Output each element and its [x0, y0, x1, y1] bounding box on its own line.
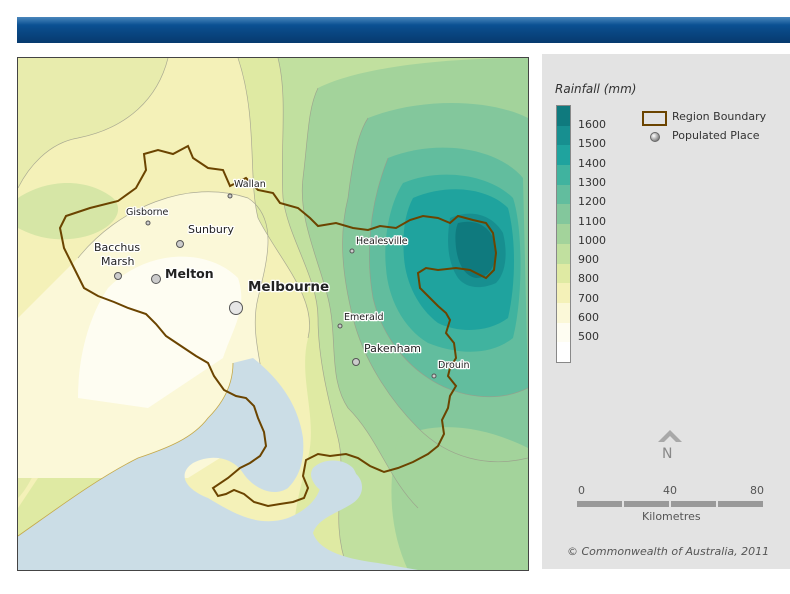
scalebar-unit: Kilometres [642, 510, 701, 523]
scale-swatch [557, 342, 570, 362]
scale-swatch [557, 243, 570, 264]
scale-label: 1300 [578, 175, 606, 189]
scale-swatch [557, 302, 570, 323]
scale-swatch [557, 165, 570, 185]
scalebar-segment [671, 501, 716, 507]
region-boundary-label: Region Boundary [672, 110, 767, 123]
label-bacchus: Bacchus [94, 241, 140, 254]
scale-label: 800 [578, 272, 599, 286]
label-pakenham: Pakenham [364, 342, 421, 355]
rainfall-color-scale [556, 105, 571, 363]
scale-label: 700 [578, 291, 599, 305]
scalebar-tick-80: 80 [750, 484, 764, 497]
scalebar-segment [624, 501, 669, 507]
scale-swatch [557, 263, 570, 284]
scale-label: 500 [578, 330, 599, 344]
north-label: N [662, 446, 673, 462]
scale-swatch [557, 224, 570, 244]
scale-swatch [557, 184, 570, 205]
scalebar-tick-0: 0 [578, 484, 585, 497]
legend-title: Rainfall (mm) [555, 82, 637, 96]
legend-panel: Rainfall (mm) Region Boundary Populated … [542, 54, 790, 569]
rainfall-map[interactable]: Wallan Gisborne Sunbury Bacchus Marsh Me… [17, 57, 529, 571]
label-emerald: Emerald [344, 312, 384, 323]
scalebar-segment [718, 501, 763, 507]
populated-place-icon [650, 132, 660, 142]
scale-label: 1000 [578, 233, 606, 247]
label-drouin: Drouin [438, 360, 470, 371]
scale-swatch [557, 204, 570, 225]
scale-label: 1200 [578, 195, 606, 209]
scale-label: 1600 [578, 118, 606, 131]
scale-swatch [557, 283, 570, 303]
label-melton: Melton [165, 266, 214, 281]
scalebar-segment [577, 501, 622, 507]
label-healesville: Healesville [356, 236, 408, 247]
label-wallan: Wallan [234, 179, 266, 190]
scale-swatch [557, 106, 570, 126]
scale-label: 600 [578, 311, 599, 324]
scale-label: 1500 [578, 137, 606, 151]
scale-swatch [557, 322, 570, 343]
label-gisborne: Gisborne [126, 207, 169, 218]
header-banner [17, 17, 790, 43]
scale-swatch [557, 125, 570, 146]
scale-label: 1100 [578, 214, 606, 228]
label-marsh: Marsh [101, 255, 134, 268]
copyright-notice: © Commonwealth of Australia, 2011 [567, 545, 770, 558]
scale-label: 1400 [578, 156, 606, 170]
scale-swatch [557, 145, 570, 166]
scale-label: 900 [578, 253, 599, 267]
populated-place-label: Populated Place [672, 129, 760, 142]
scalebar-tick-40: 40 [663, 484, 677, 497]
region-boundary-swatch [642, 111, 667, 126]
label-sunbury: Sunbury [188, 223, 234, 236]
label-melbourne: Melbourne [248, 279, 329, 295]
